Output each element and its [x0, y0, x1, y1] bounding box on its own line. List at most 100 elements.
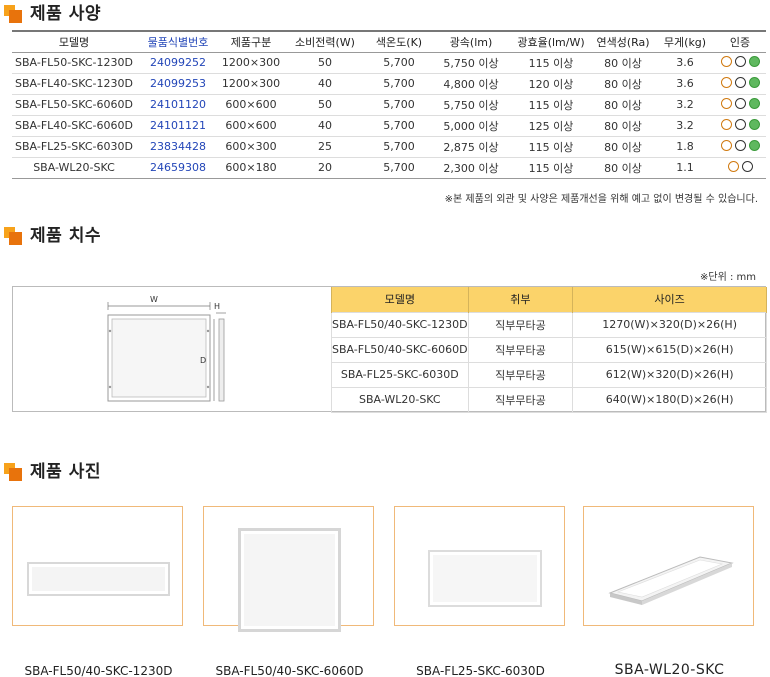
product-image-1230d — [27, 562, 170, 596]
height-label: H — [214, 302, 220, 311]
photo-card: SBA-FL25-SKC-6030D — [394, 506, 565, 677]
width-label: W — [150, 295, 158, 304]
cell-power: 20 — [282, 157, 368, 179]
high-efficiency-cert-icon — [727, 160, 739, 172]
cell-mount: 직부무타공 — [467, 386, 574, 413]
col-weight: 무게(kg) — [656, 30, 714, 53]
table-row: SBA-FL50-SKC-6060D 24101120 600×600 50 5… — [12, 94, 766, 116]
col-size: 사이즈 — [572, 287, 767, 312]
eco-cert-icon — [748, 139, 760, 151]
cell-type: 600×600 — [220, 94, 282, 116]
cell-lumen: 2,300 이상 — [430, 157, 512, 179]
cell-power: 40 — [282, 73, 368, 95]
eco-cert-icon — [748, 97, 760, 109]
cell-cri: 80 이상 — [590, 115, 656, 137]
cell-item-code: 23834428 — [136, 136, 220, 158]
cell-weight: 3.6 — [656, 73, 714, 95]
product-image-6030d — [428, 550, 542, 607]
cell-power: 40 — [282, 115, 368, 137]
cell-mount: 직부무타공 — [467, 311, 574, 338]
cell-power: 50 — [282, 52, 368, 74]
dimension-drawing: W H D — [107, 295, 226, 402]
cell-weight: 3.2 — [656, 115, 714, 137]
cell-cri: 80 이상 — [590, 94, 656, 116]
cell-model: SBA-FL40-SKC-1230D — [12, 73, 136, 95]
panel-inner — [111, 318, 207, 398]
cell-efficiency: 125 이상 — [512, 115, 590, 137]
section-bullet-icon — [4, 5, 22, 23]
cell-cri: 80 이상 — [590, 136, 656, 158]
col-model: 모델명 — [331, 287, 469, 312]
cell-type: 600×180 — [220, 157, 282, 179]
cell-weight: 3.2 — [656, 94, 714, 116]
cell-color-temp: 5,700 — [368, 157, 430, 179]
col-cert: 인증 — [714, 30, 766, 53]
cell-cri: 80 이상 — [590, 157, 656, 179]
cell-color-temp: 5,700 — [368, 115, 430, 137]
product-image-6060d — [238, 528, 341, 632]
photo-section-header: 제품 사진 — [4, 460, 766, 486]
col-type: 제품구분 — [220, 30, 282, 53]
col-item-code: 물품식별번호 — [136, 30, 220, 53]
spec-table-header-row: 모델명 물품식별번호 제품구분 소비전력(W) 색온도(K) 광속(lm) 광효… — [12, 30, 766, 53]
cell-model: SBA-FL25-SKC-6030D — [12, 136, 136, 158]
spec-section-header: 제품 사양 — [4, 2, 766, 28]
cell-color-temp: 5,700 — [368, 94, 430, 116]
panel-side-profile — [218, 318, 225, 402]
cell-cri: 80 이상 — [590, 73, 656, 95]
cell-color-temp: 5,700 — [368, 136, 430, 158]
eco-cert-icon — [748, 55, 760, 67]
mount-hole — [108, 329, 112, 333]
col-mount: 취부 — [467, 287, 574, 312]
product-image-wl20 — [608, 556, 734, 605]
cell-lumen: 5,750 이상 — [430, 94, 512, 116]
table-row: SBA-WL20-SKC 24659308 600×180 20 5,700 2… — [12, 157, 766, 179]
table-row: SBA-FL40-SKC-6060D 24101121 600×600 40 5… — [12, 115, 766, 137]
col-efficiency: 광효율(lm/W) — [512, 30, 590, 53]
cell-power: 50 — [282, 94, 368, 116]
dim-section-header: 제품 치수 — [4, 224, 766, 250]
cell-model: SBA-FL50/40-SKC-1230D — [331, 311, 469, 338]
table-row: SBA-FL25-SKC-6030D 23834428 600×300 25 5… — [12, 136, 766, 158]
cell-power: 25 — [282, 136, 368, 158]
cell-type: 600×600 — [220, 115, 282, 137]
cell-model: SBA-FL40-SKC-6060D — [12, 115, 136, 137]
cell-cert — [714, 52, 766, 74]
unit-note: ※단위 : mm — [700, 272, 756, 283]
high-efficiency-cert-icon — [720, 55, 732, 67]
cell-model: SBA-WL20-SKC — [12, 157, 136, 179]
eco-cert-icon — [748, 76, 760, 88]
cell-lumen: 2,875 이상 — [430, 136, 512, 158]
dim-section-title: 제품 치수 — [30, 226, 101, 246]
cell-weight: 1.8 — [656, 136, 714, 158]
cell-model: SBA-FL50-SKC-1230D — [12, 52, 136, 74]
col-cri: 연색성(Ra) — [590, 30, 656, 53]
cell-cert — [714, 115, 766, 137]
photo-caption: SBA-FL25-SKC-6030D — [416, 664, 545, 677]
photo-section-title: 제품 사진 — [30, 462, 101, 482]
mount-hole — [206, 385, 210, 389]
dimension-box: W H D 모델명 취부 사이즈 SBA-FL50/40-SKC-1230D 직… — [12, 286, 767, 413]
cell-efficiency: 120 이상 — [512, 73, 590, 95]
table-row: SBA-WL20-SKC 직부무타공 640(W)×180(D)×26(H) — [331, 386, 767, 413]
table-row: SBA-FL40-SKC-1230D 24099253 1200×300 40 … — [12, 73, 766, 95]
cell-cri: 80 이상 — [590, 52, 656, 74]
cell-size: 1270(W)×320(D)×26(H) — [572, 311, 767, 338]
cell-type: 1200×300 — [220, 52, 282, 74]
photo-card: SBA-FL50/40-SKC-1230D — [12, 506, 183, 677]
cell-model: SBA-WL20-SKC — [331, 386, 469, 413]
depth-label: D — [200, 356, 206, 365]
cell-lumen: 4,800 이상 — [430, 73, 512, 95]
kc-cert-icon — [734, 118, 746, 130]
kc-cert-icon — [734, 55, 746, 67]
table-row: SBA-FL50/40-SKC-6060D 직부무타공 615(W)×615(D… — [331, 336, 767, 363]
cell-weight: 1.1 — [656, 157, 714, 179]
cell-item-code: 24099252 — [136, 52, 220, 74]
high-efficiency-cert-icon — [720, 139, 732, 151]
high-efficiency-cert-icon — [720, 97, 732, 109]
cell-weight: 3.6 — [656, 52, 714, 74]
cell-model: SBA-FL25-SKC-6030D — [331, 361, 469, 388]
photo-caption: SBA-FL50/40-SKC-6060D — [215, 664, 364, 677]
cell-size: 615(W)×615(D)×26(H) — [572, 336, 767, 363]
high-efficiency-cert-icon — [720, 76, 732, 88]
